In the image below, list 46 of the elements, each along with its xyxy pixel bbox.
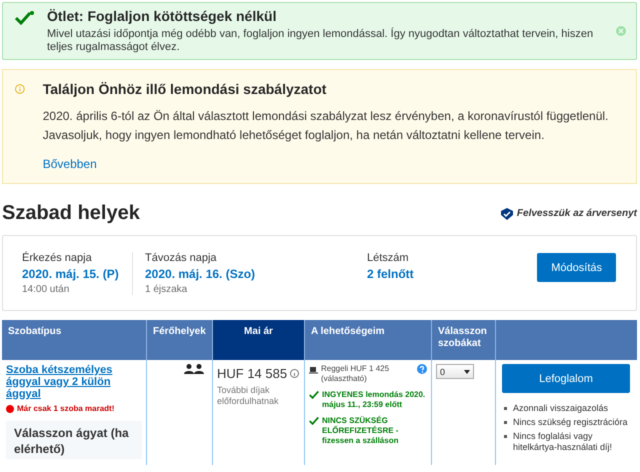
notice-title: Találjon Önhöz illő lemondási szabályzatot	[42, 81, 328, 97]
field-value[interactable]: 2020. máj. 15. (P)	[22, 267, 132, 281]
option-text: Reggeli HUF 1 425 (választható)	[321, 364, 390, 384]
column-header: A lehetőségeim	[305, 320, 432, 360]
bullet-icon	[504, 421, 507, 424]
benefit-text: Nincs foglalási vagy hitelkártya-használati díj!	[513, 431, 614, 453]
notice-text: 2020. április 6-tól az Ön által választott lemondási szabályzat lesz érvényben, a koronavírustól függetlenül. Javasoljuk, hogy ingyen lemondható lehetőséget foglaljon, ha netán változtatni kellene tervein.	[42, 108, 610, 144]
book-button[interactable]: Lefoglalom	[502, 364, 630, 393]
column-header: Mai ár	[213, 320, 305, 360]
field-note: 1 éjszaka	[145, 284, 188, 295]
more-link[interactable]: Bővebben	[42, 157, 97, 171]
room-link[interactable]: Szoba kétszemélyes ággyal vagy 2 külön ággyal	[6, 364, 142, 400]
two-persons-icon	[184, 364, 204, 374]
availability-text: Már csak 1 szoba maradt!	[17, 404, 114, 413]
field-value[interactable]: 2 felnőtt	[367, 267, 487, 281]
bed-prompt: Válasszon ágyat (ha elérhető)	[6, 421, 142, 459]
modify-button[interactable]: Módosítás	[537, 253, 616, 282]
column-header: Férőhelyek	[147, 320, 213, 360]
info-icon[interactable]	[290, 369, 300, 378]
price-match-label: Felvesszük az árversenyt	[516, 208, 637, 219]
benefit-text: Azonnali visszaigazolás	[513, 403, 608, 414]
column-header: Válasszon szobákat	[432, 320, 496, 360]
bullet-icon	[504, 407, 507, 410]
tag-check-icon	[500, 208, 513, 220]
check-icon	[15, 11, 35, 25]
price-note: További díjak előfordulhatnak	[217, 385, 280, 407]
field-note: 14:00 után	[22, 284, 70, 295]
check-icon	[309, 390, 319, 400]
option-text: NINCS SZÜKSÉG ELŐREFIZETÉSRE - fizessen a szálláson	[322, 416, 400, 446]
field-label: Létszám	[367, 252, 410, 264]
tip-text: Mivel utazási időpontja még odébb van, foglaljon ingyen lemondással. Így nyugodtan változtathat tervein, hiszen teljes rugalmasságot élvez.	[47, 28, 594, 54]
quantity-select[interactable]: 0	[436, 364, 474, 379]
section-title: Szabad helyek	[2, 202, 140, 225]
tip-title: Ötlet: Foglaljon kötöttségek nélkül	[47, 8, 278, 24]
help-icon[interactable]	[417, 364, 427, 374]
field-value[interactable]: 2020. máj. 16. (Szo)	[145, 267, 355, 281]
alert-dot-icon	[6, 404, 14, 412]
caret-icon	[464, 370, 470, 374]
check-icon	[309, 416, 319, 426]
field-label: Távozás napja	[145, 252, 218, 264]
field-label: Érkezés napja	[22, 252, 93, 264]
option-text: INGYENES lemondás 2020. május 11., 23:59 előtt	[322, 390, 426, 410]
bullet-icon	[504, 435, 507, 438]
column-header: Szobatípus	[2, 320, 147, 360]
room-price: HUF 14 585	[217, 366, 288, 381]
benefit-text: Nincs szükség regisztrációra	[513, 417, 628, 428]
